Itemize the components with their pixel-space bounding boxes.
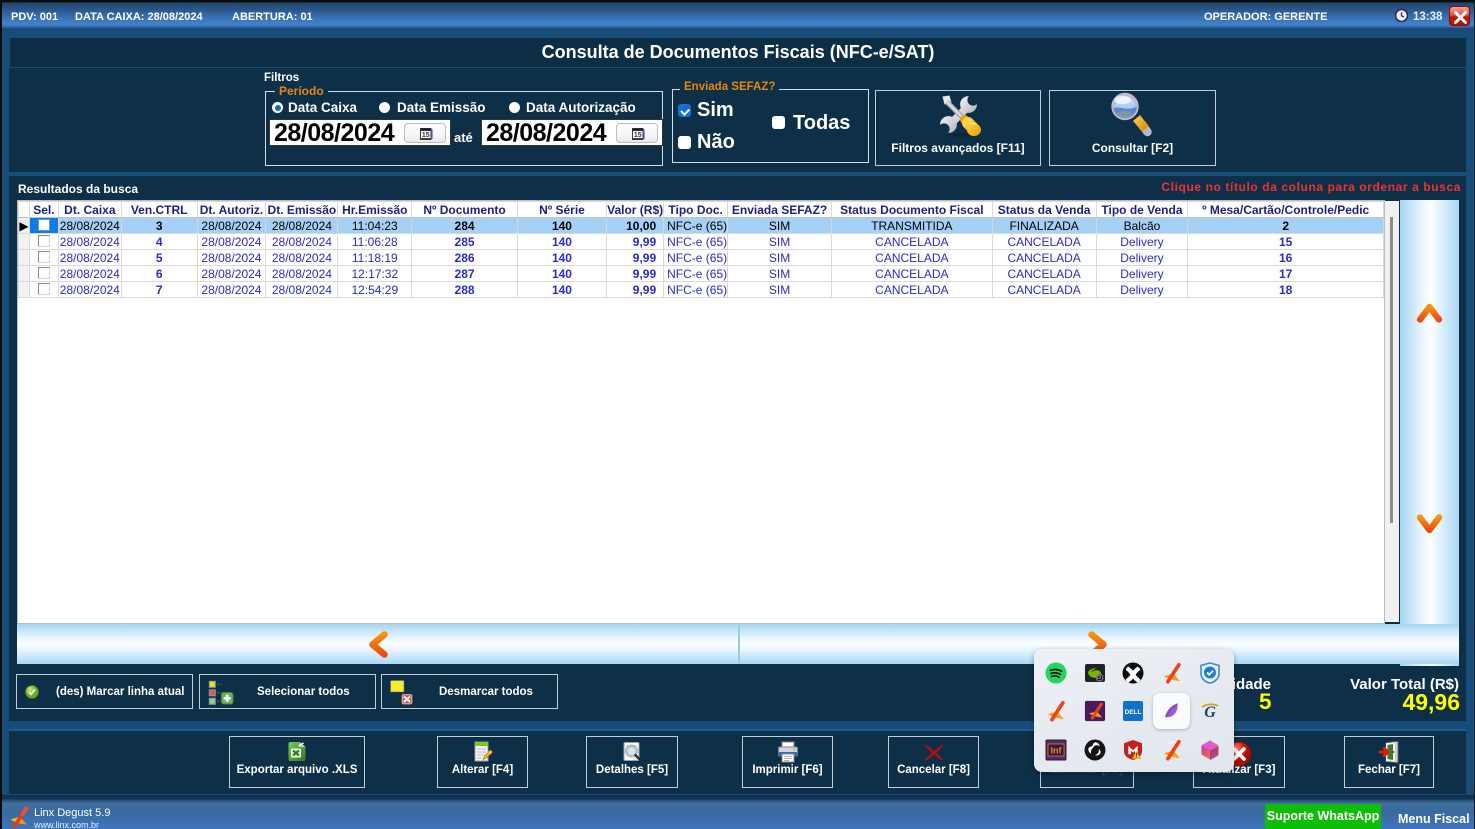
- svg-text:!: !: [1136, 753, 1138, 759]
- svg-text:15: 15: [634, 132, 642, 139]
- svg-text:15: 15: [422, 132, 430, 139]
- svg-text:Inf: Inf: [1051, 745, 1063, 755]
- svg-text:One: One: [1168, 739, 1177, 744]
- svg-text:G: G: [1204, 704, 1216, 721]
- svg-text:DELL: DELL: [1125, 709, 1142, 716]
